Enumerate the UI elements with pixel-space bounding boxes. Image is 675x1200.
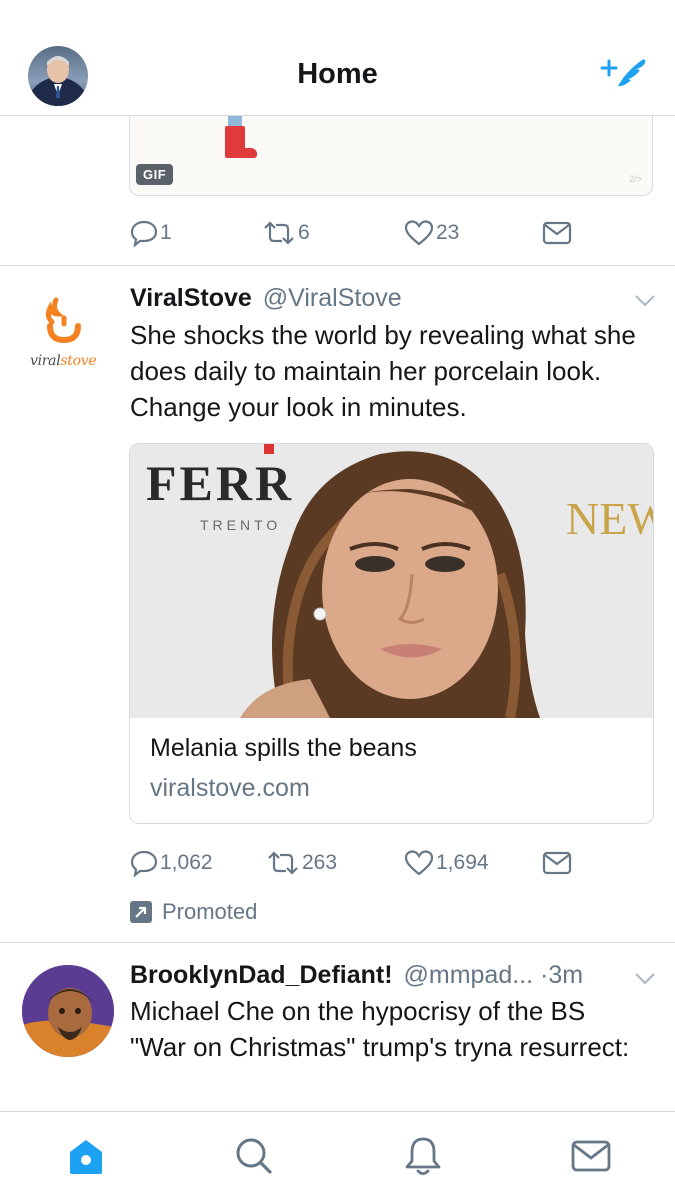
envelope-icon	[542, 851, 572, 875]
gif-watermark: 2/>	[629, 174, 642, 184]
home-icon[interactable]	[64, 1134, 108, 1178]
tweet-author-line: ViralStove @ViralStove	[130, 284, 402, 313]
author-handle[interactable]: @mmpad...	[404, 961, 534, 989]
author-name[interactable]: ViralStove	[130, 284, 252, 312]
like-button[interactable]: 23	[404, 216, 459, 250]
reply-icon	[130, 850, 158, 877]
backdrop-text-sub: TRENTO	[200, 517, 281, 533]
tweet-actions: 1 6 23	[130, 216, 590, 250]
promoted-text: Promoted	[162, 899, 258, 924]
tweet-body: She shocks the world by revealing what s…	[130, 320, 636, 422]
reply-button[interactable]: 1,062	[130, 846, 213, 880]
tweet-divider	[0, 942, 675, 943]
card-photo: FERR TRENTO NEW	[130, 444, 653, 718]
author-avatar-image	[22, 965, 114, 1057]
direct-message-button[interactable]	[542, 216, 572, 250]
card-title: Melania spills the beans	[150, 734, 417, 762]
tweet-body: Michael Che on the hypocrisy of the BS "…	[130, 996, 630, 1062]
card-domain: viralstove.com	[150, 774, 310, 802]
backdrop-text-left: FERR	[146, 455, 294, 511]
promoted-icon	[130, 901, 152, 923]
retweet-icon	[264, 221, 294, 245]
top-header: Home	[0, 0, 675, 116]
promoted-label[interactable]: Promoted	[130, 898, 257, 926]
like-button[interactable]: 1,694	[404, 846, 489, 880]
reply-button[interactable]: 1	[130, 216, 172, 250]
like-icon	[404, 220, 434, 246]
reply-count: 1,062	[160, 851, 213, 874]
direct-message-button[interactable]	[542, 846, 572, 880]
tweet-author-line: BrooklynDad_Defiant! @mmpad... ·3m	[130, 961, 583, 990]
chevron-down-icon[interactable]	[634, 972, 656, 986]
chevron-down-icon[interactable]	[634, 294, 656, 308]
author-name[interactable]: BrooklynDad_Defiant!	[130, 961, 393, 989]
author-handle[interactable]: @ViralStove	[263, 284, 402, 312]
reply-icon	[130, 220, 158, 247]
tweet-timestamp[interactable]: ·3m	[540, 961, 583, 989]
gif-media[interactable]: GIF 2/>	[129, 116, 653, 196]
link-card[interactable]: FERR TRENTO NEW	[129, 443, 654, 824]
tweet-actions: 1,062 263 1,694	[130, 846, 590, 880]
viralstove-wordmark: viralstove	[30, 353, 97, 369]
like-icon	[404, 850, 434, 876]
tweet-divider	[0, 265, 675, 266]
timeline-feed[interactable]: GIF 2/> 1 6 23 viralstove ViralStove @Vi…	[0, 116, 675, 1111]
card-image: FERR TRENTO NEW	[130, 444, 653, 718]
gif-badge: GIF	[136, 164, 174, 185]
compose-tweet-icon[interactable]	[598, 52, 650, 100]
bottom-tab-bar	[0, 1111, 675, 1200]
retweet-count: 6	[298, 221, 310, 244]
viralstove-flame-icon	[45, 297, 81, 344]
reply-count: 1	[160, 221, 172, 244]
retweet-button[interactable]: 6	[262, 216, 310, 250]
notifications-icon[interactable]	[401, 1134, 445, 1178]
retweet-icon	[268, 851, 298, 875]
like-count: 1,694	[436, 851, 489, 874]
retweet-button[interactable]: 263	[266, 846, 337, 880]
like-count: 23	[436, 221, 460, 244]
gif-figure-boot-toe	[237, 148, 257, 158]
envelope-icon	[542, 221, 572, 245]
retweet-count: 263	[302, 851, 338, 874]
search-icon[interactable]	[232, 1134, 276, 1178]
author-avatar[interactable]	[22, 965, 114, 1057]
page-title: Home	[297, 58, 378, 90]
messages-icon[interactable]	[569, 1134, 613, 1178]
backdrop-text-right: NEW	[566, 493, 653, 544]
